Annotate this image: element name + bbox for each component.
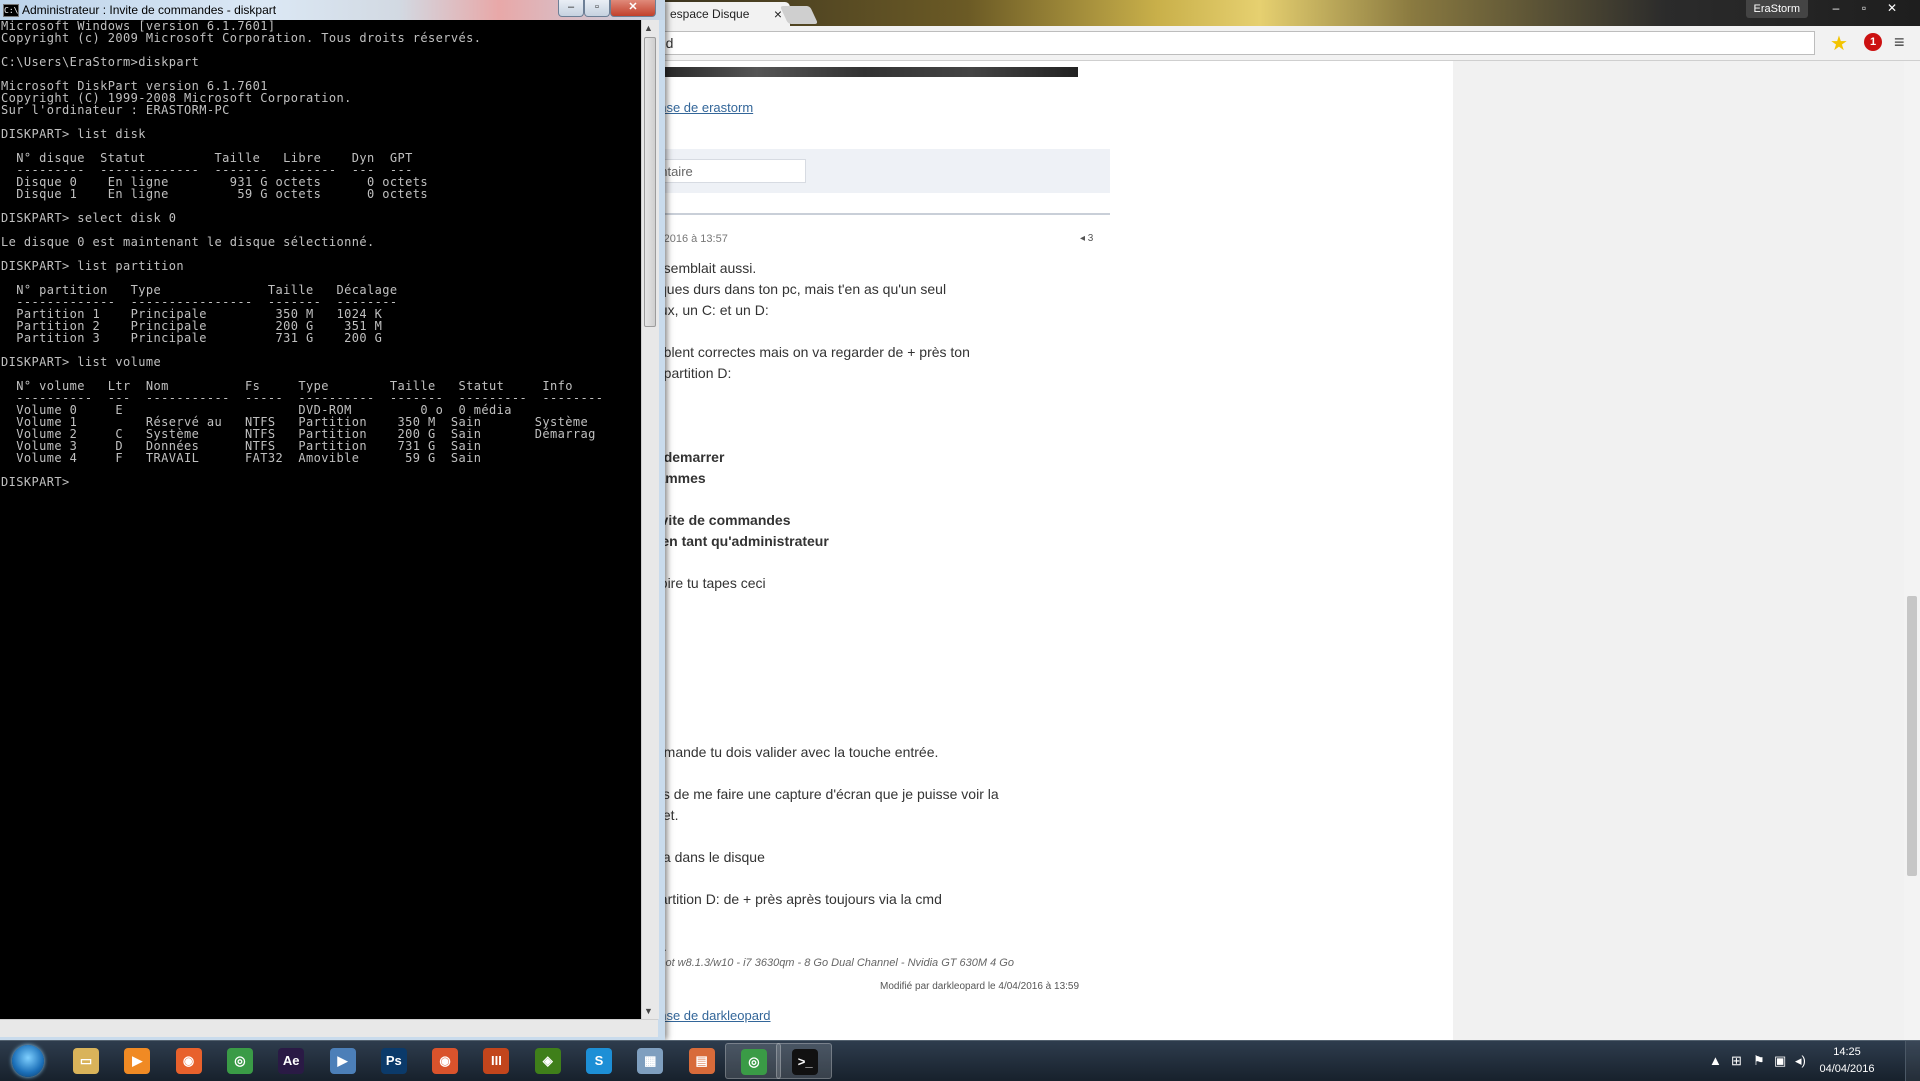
browser-window: espace Disque × EraStorm – ▫ ✕ -d ★ 1 ≡ … xyxy=(650,0,1920,1040)
taskbar-item[interactable]: ▦ xyxy=(622,1043,678,1079)
modified-note: Modifié par darkleopard le 4/04/2016 à 1… xyxy=(880,981,1080,992)
taskbar-item[interactable]: ◉ xyxy=(161,1043,217,1079)
scroll-up-icon[interactable]: ▲ xyxy=(644,23,653,33)
post-image-strip xyxy=(650,67,1078,77)
post-line: noire tu tapes ceci xyxy=(652,575,766,591)
post-step: r en tant qu'administrateur xyxy=(652,533,829,549)
clock-date[interactable]: 04/04/2016 xyxy=(1812,1063,1882,1075)
cmd-window: C:\ Administrateur : Invite de commandes… xyxy=(0,0,665,1040)
taskbar-item[interactable]: ◎ xyxy=(212,1043,268,1079)
tab-label: espace Disque xyxy=(670,7,750,21)
address-bar[interactable]: -d xyxy=(650,31,1815,55)
browser-maximize-button[interactable]: ▫ xyxy=(1852,0,1876,18)
post-line: e semblait aussi. xyxy=(652,260,757,276)
cmd-scrollbar-thumb[interactable] xyxy=(644,37,656,327)
taskbar-item[interactable]: Ae xyxy=(263,1043,319,1079)
cmd-icon: >_ xyxy=(792,1049,819,1075)
browser-minimize-button[interactable]: – xyxy=(1824,0,1848,18)
comment-box: entaire xyxy=(650,149,1110,193)
skype-icon: S xyxy=(586,1048,612,1074)
control-panel-icon: ▤ xyxy=(688,1048,715,1074)
post-line: eux, un C: et un D: xyxy=(652,302,769,318)
start-button[interactable] xyxy=(4,1043,52,1079)
taskbar-item[interactable]: ◈ xyxy=(520,1043,576,1079)
volume-icon[interactable]: ◂) xyxy=(1795,1053,1806,1069)
after-effects-icon: Ae xyxy=(278,1048,305,1074)
chrome-active-icon: ◎ xyxy=(740,1049,767,1075)
post-line: y a dans le disque xyxy=(652,849,765,865)
windows-update-icon[interactable]: ⊞ xyxy=(1731,1053,1742,1069)
windows-logo-icon xyxy=(12,1045,44,1077)
post-line: mmande tu dois valider avec la touche en… xyxy=(652,744,939,760)
reply-link-darkleopard[interactable]: onse de darkleopard xyxy=(652,1008,771,1023)
cmd-window-icon[interactable]: C:\ xyxy=(3,4,19,17)
post-line: partition D: de + près après toujours vi… xyxy=(652,891,942,907)
post-vote-count[interactable]: ◂ 3 xyxy=(1080,233,1093,244)
cmd-close-button[interactable]: ✕ xyxy=(610,0,656,17)
post-step: nvite de commandes xyxy=(652,512,791,528)
taskbar: ▭ ▶ ◉ ◎ Ae ▶ Ps ◉ III ◈ S ▦ ▤ ◎ >_ ▲ ⊞ ⚑ ▣ ◂) 14:25 04… xyxy=(0,1040,1920,1081)
tray-expand-icon[interactable]: ▲ xyxy=(1709,1053,1722,1068)
nvidia-icon: ◈ xyxy=(534,1048,561,1074)
network-monitor-icon: ▦ xyxy=(637,1048,664,1074)
extension-icon[interactable]: 1 xyxy=(1864,33,1882,51)
post-line: ies de me faire une capture d'écran que … xyxy=(652,786,999,802)
step-bold: demarrer xyxy=(663,449,725,465)
post-line: sques durs dans ton pc, mais t'en as qu'… xyxy=(652,281,947,297)
action-center-flag-icon[interactable]: ⚑ xyxy=(1753,1053,1765,1069)
taskbar-item[interactable]: III xyxy=(468,1043,524,1079)
cmd-console[interactable]: Microsoft Windows [version 6.1.7601] Cop… xyxy=(0,20,641,1019)
cmd-minimize-button[interactable]: – xyxy=(558,0,584,17)
show-desktop-button[interactable] xyxy=(1905,1041,1920,1081)
stream-player-icon: ▶ xyxy=(329,1048,356,1074)
bookmark-star-icon[interactable]: ★ xyxy=(1830,31,1848,56)
taskbar-item[interactable]: ▶ xyxy=(109,1043,165,1079)
reply-link-erastorm[interactable]: onse de erastorm xyxy=(652,100,753,115)
cmd-maximize-button[interactable]: ▫ xyxy=(584,0,610,17)
browser-toolbar: -d ★ 1 ≡ xyxy=(650,26,1920,61)
network-icon[interactable]: ▣ xyxy=(1774,1053,1786,1069)
cmd-horizontal-scrollbar[interactable] xyxy=(0,1019,658,1037)
post-line: mblent correctes mais on va regarder de … xyxy=(652,344,970,360)
step-bold: r en tant qu'administrateur xyxy=(652,533,829,549)
step-bold: nvite de commandes xyxy=(652,512,791,528)
page-scrollbar[interactable] xyxy=(1904,61,1920,1040)
comment-input[interactable]: entaire xyxy=(650,159,806,183)
divider xyxy=(650,213,1110,215)
signature-line: Boot w8.1.3/w10 - i7 3630qm - 8 Go Dual … xyxy=(652,957,1014,969)
taskbar-item[interactable]: S xyxy=(571,1043,627,1079)
taskbar-item[interactable]: ▭ xyxy=(58,1043,114,1079)
tab-active[interactable]: espace Disque × xyxy=(660,2,790,26)
page-content: onse de erastorm entaire ril 2016 à 13:5… xyxy=(650,61,1904,1040)
explorer-icon: ▭ xyxy=(73,1048,99,1074)
firefox-alt-icon: ◉ xyxy=(432,1048,459,1074)
taskbar-item[interactable]: ▶ xyxy=(315,1043,371,1079)
media-player-icon: ▶ xyxy=(124,1048,151,1074)
firefox-icon: ◉ xyxy=(175,1048,202,1074)
taskbar-item[interactable]: ◉ xyxy=(417,1043,473,1079)
menu-icon[interactable]: ≡ xyxy=(1894,32,1905,53)
taskbar-item[interactable]: ▤ xyxy=(674,1043,730,1079)
taskbar-item[interactable]: Ps xyxy=(366,1043,422,1079)
browser-close-button[interactable]: ✕ xyxy=(1880,0,1904,18)
page-scrollbar-thumb[interactable] xyxy=(1907,596,1917,876)
cmd-scrollbar[interactable]: ▲ ▼ xyxy=(641,20,659,1019)
taskbar-item[interactable]: >_ xyxy=(776,1043,833,1079)
cmd-title: Administrateur : Invite de commandes - d… xyxy=(22,3,277,17)
cmd-output: Microsoft Windows [version 6.1.7601] Cop… xyxy=(1,20,604,489)
clock-time[interactable]: 14:25 xyxy=(1812,1046,1882,1058)
scroll-down-icon[interactable]: ▼ xyxy=(644,1006,653,1016)
browser-tab-strip: espace Disque × EraStorm – ▫ ✕ xyxy=(650,0,1920,26)
taskbar-item[interactable]: ◎ xyxy=(724,1043,781,1079)
black-ops-icon: III xyxy=(483,1048,510,1074)
photoshop-icon: Ps xyxy=(380,1048,407,1074)
chrome-icon: ◎ xyxy=(226,1048,253,1074)
cmd-titlebar[interactable]: C:\ Administrateur : Invite de commandes… xyxy=(0,0,665,20)
profile-badge[interactable]: EraStorm xyxy=(1745,0,1808,18)
page-right-margin xyxy=(1453,61,1904,1040)
